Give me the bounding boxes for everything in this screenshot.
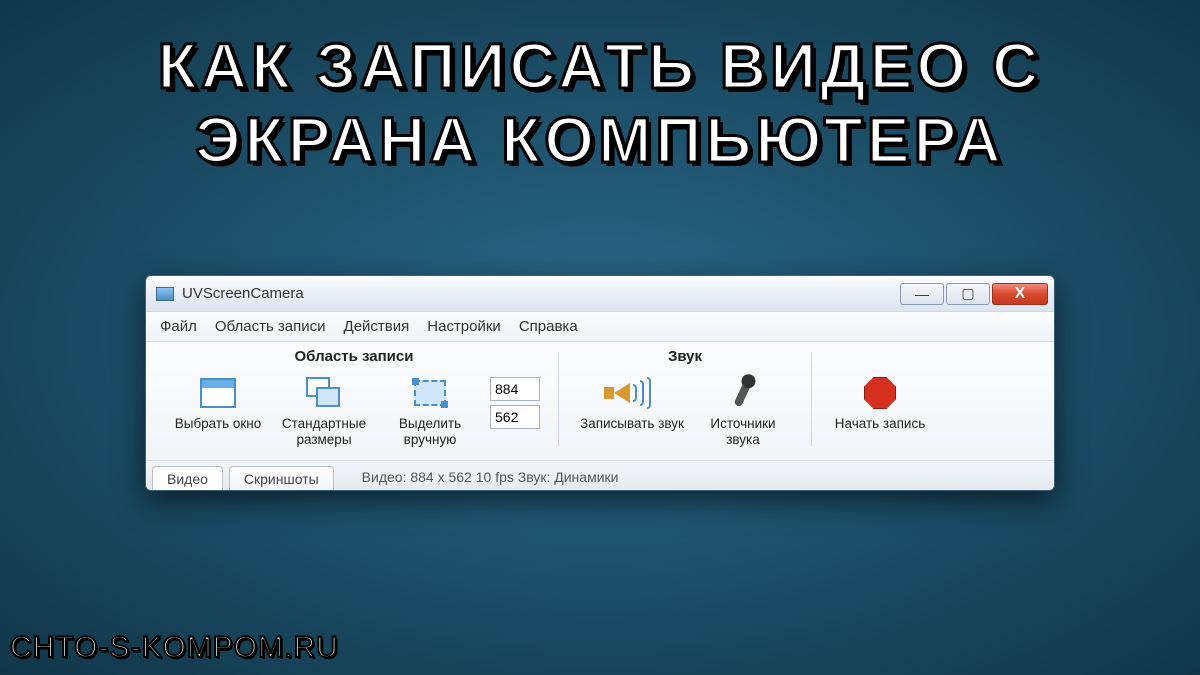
- menu-actions[interactable]: Действия: [344, 318, 410, 335]
- start-record-button[interactable]: Начать запись: [830, 369, 930, 435]
- microphone-icon: [733, 379, 752, 408]
- record-sound-label: Записывать звук: [580, 416, 684, 432]
- window-title: UVScreenCamera: [182, 285, 900, 302]
- statusbar: Видео Скриншоты Видео: 884 x 562 10 fps …: [146, 460, 1054, 490]
- record-sound-button[interactable]: Записывать звук: [577, 369, 687, 435]
- group-title-empty: [830, 348, 930, 365]
- menu-file[interactable]: Файл: [160, 318, 197, 335]
- standard-sizes-label: Стандартные размеры: [277, 416, 371, 447]
- height-input[interactable]: [490, 405, 540, 429]
- menu-capture-area[interactable]: Область записи: [215, 318, 326, 335]
- width-input[interactable]: [490, 377, 540, 401]
- tab-screenshots[interactable]: Скриншоты: [229, 466, 334, 491]
- speaker-icon: [614, 377, 651, 409]
- stack-icon: [306, 377, 342, 409]
- app-window: UVScreenCamera — ▢ X Файл Область записи…: [145, 275, 1055, 491]
- maximize-button[interactable]: ▢: [946, 283, 990, 305]
- sound-sources-button[interactable]: Источники звука: [693, 369, 793, 450]
- page-headline: КАК ЗАПИСАТЬ ВИДЕО С ЭКРАНА КОМПЬЮТЕРА: [0, 0, 1200, 177]
- select-window-label: Выбрать окно: [171, 416, 265, 432]
- sound-sources-label: Источники звука: [696, 416, 790, 447]
- menu-help[interactable]: Справка: [519, 318, 578, 335]
- window-icon: [200, 378, 236, 408]
- separator: [558, 352, 559, 446]
- tab-video[interactable]: Видео: [152, 466, 223, 491]
- group-sound: Звук Записывать звук Источники звука: [569, 348, 801, 450]
- close-button[interactable]: X: [992, 283, 1048, 305]
- record-icon: [864, 377, 896, 409]
- minimize-button[interactable]: —: [900, 283, 944, 305]
- window-controls: — ▢ X: [900, 283, 1048, 305]
- crop-icon: [414, 380, 446, 406]
- watermark: CHTO-S-KOMPOM.RU: [10, 631, 339, 665]
- titlebar: UVScreenCamera — ▢ X: [146, 276, 1054, 312]
- menubar: Файл Область записи Действия Настройки С…: [146, 312, 1054, 342]
- group-capture-area: Область записи Выбрать окно Стандартные …: [160, 348, 548, 450]
- menu-settings[interactable]: Настройки: [427, 318, 501, 335]
- app-icon: [156, 287, 174, 301]
- select-window-button[interactable]: Выбрать окно: [168, 369, 268, 435]
- start-record-label: Начать запись: [833, 416, 927, 432]
- group-action: Начать запись: [822, 348, 938, 450]
- toolbar: Область записи Выбрать окно Стандартные …: [146, 342, 1054, 460]
- group-title-area: Область записи: [168, 348, 540, 365]
- dimension-inputs: [490, 377, 540, 429]
- select-manual-button[interactable]: Выделить вручную: [380, 369, 480, 450]
- standard-sizes-button[interactable]: Стандартные размеры: [274, 369, 374, 450]
- status-text: Видео: 884 x 562 10 fps Звук: Динамики: [362, 469, 619, 490]
- group-title-sound: Звук: [577, 348, 793, 365]
- select-manual-label: Выделить вручную: [383, 416, 477, 447]
- separator: [811, 352, 812, 446]
